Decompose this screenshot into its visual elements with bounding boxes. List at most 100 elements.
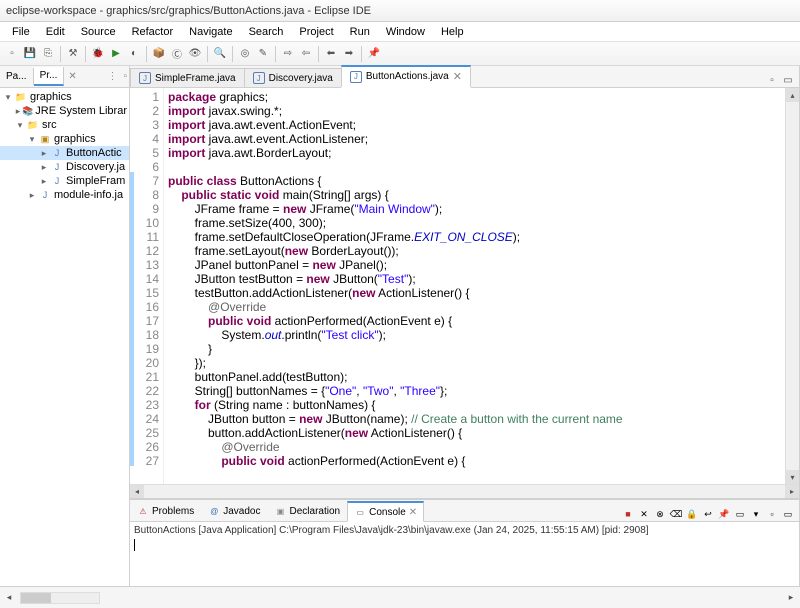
sidebar-tabs: Pa... Pr... ✕ ⋮ ▫: [0, 66, 129, 88]
annotation-icon[interactable]: ✎: [255, 46, 271, 62]
toggle-mark-icon[interactable]: ◎: [237, 46, 253, 62]
clear-console-icon[interactable]: ⌫: [669, 507, 683, 521]
expand-icon[interactable]: ▸: [38, 162, 50, 173]
word-wrap-icon[interactable]: ↩: [701, 507, 715, 521]
expand-icon[interactable]: ▾: [14, 120, 26, 131]
menu-source[interactable]: Source: [73, 24, 124, 40]
editor-tab[interactable]: J SimpleFrame.java: [130, 68, 245, 87]
new-package-icon[interactable]: 📦: [151, 46, 167, 62]
view-menu-icon[interactable]: ⋮: [105, 71, 119, 82]
scroll-lock-icon[interactable]: 🔒: [685, 507, 699, 521]
maximize-icon[interactable]: ▭: [781, 73, 795, 87]
menu-run[interactable]: Run: [342, 24, 378, 40]
editor-area: J SimpleFrame.java J Discovery.java J Bu…: [130, 66, 800, 586]
tree-item-module-info[interactable]: ▸ J module-info.ja: [0, 188, 129, 202]
editor-tab[interactable]: J Discovery.java: [244, 68, 342, 87]
scrollbar-thumb[interactable]: [21, 593, 51, 603]
vertical-scrollbar[interactable]: ▴ ▾: [785, 88, 799, 484]
bottom-panel: ⚠ Problems @ Javadoc ▣ Declaration ▭ Con…: [130, 498, 799, 586]
code-editor[interactable]: 1234567891011121314151617181920212223242…: [130, 88, 799, 484]
tree-item-project[interactable]: ▾ 📁 graphics: [0, 90, 129, 104]
debug-icon[interactable]: 🐞: [90, 46, 106, 62]
close-icon[interactable]: ✕: [453, 70, 462, 83]
maximize-icon[interactable]: ▭: [781, 507, 795, 521]
expand-icon[interactable]: ▾: [2, 92, 14, 103]
package-explorer: Pa... Pr... ✕ ⋮ ▫ ▾ 📁 graphics ▸ 📚 JRE S…: [0, 66, 130, 586]
expand-icon[interactable]: ▾: [26, 134, 38, 145]
open-type-icon[interactable]: 👁: [187, 46, 203, 62]
separator: [207, 46, 208, 62]
menu-help[interactable]: Help: [433, 24, 472, 40]
prev-annotation-icon[interactable]: ⇦: [298, 46, 314, 62]
javadoc-icon: @: [208, 505, 220, 517]
pin-console-icon[interactable]: 📌: [717, 507, 731, 521]
separator: [85, 46, 86, 62]
editor-tab[interactable]: J ButtonActions.java ✕: [341, 65, 471, 88]
menu-window[interactable]: Window: [378, 24, 433, 40]
back-icon[interactable]: ⬅: [323, 46, 339, 62]
menu-edit[interactable]: Edit: [38, 24, 73, 40]
tree-item-file[interactable]: ▸ J SimpleFram: [0, 174, 129, 188]
open-console-icon[interactable]: ▾: [749, 507, 763, 521]
tab-problems[interactable]: ⚠ Problems: [130, 501, 201, 521]
save-icon[interactable]: 💾: [22, 46, 38, 62]
minimize-icon[interactable]: ▫: [765, 73, 779, 87]
scroll-right-icon[interactable]: ▸: [784, 591, 798, 605]
separator: [232, 46, 233, 62]
minimize-icon[interactable]: ▫: [765, 507, 779, 521]
console-cursor: [134, 539, 135, 551]
source-folder-icon: 📁: [26, 119, 40, 131]
scroll-up-icon[interactable]: ▴: [786, 88, 799, 102]
remove-launch-icon[interactable]: ✕: [637, 507, 651, 521]
terminate-icon[interactable]: ■: [621, 507, 635, 521]
menu-project[interactable]: Project: [291, 24, 341, 40]
problems-icon: ⚠: [137, 505, 149, 517]
project-tree[interactable]: ▾ 📁 graphics ▸ 📚 JRE System Librar ▾ 📁 s…: [0, 88, 129, 586]
save-all-icon[interactable]: ⎘: [40, 46, 56, 62]
remove-all-icon[interactable]: ⊗: [653, 507, 667, 521]
menu-navigate[interactable]: Navigate: [181, 24, 240, 40]
scroll-right-icon[interactable]: ▸: [785, 485, 799, 499]
tree-item-file[interactable]: ▸ J Discovery.ja: [0, 160, 129, 174]
menu-file[interactable]: File: [4, 24, 38, 40]
sidebar-tab-package-explorer[interactable]: Pa...: [0, 68, 34, 85]
forward-icon[interactable]: ➡: [341, 46, 357, 62]
run-icon[interactable]: ▶: [108, 46, 124, 62]
tab-console[interactable]: ▭ Console ✕: [347, 501, 424, 522]
expand-icon[interactable]: ▸: [14, 106, 22, 117]
expand-icon[interactable]: ▸: [26, 190, 38, 201]
console-output[interactable]: ButtonActions [Java Application] C:\Prog…: [130, 522, 799, 586]
horizontal-scrollbar[interactable]: ◂ ▸: [130, 484, 799, 498]
build-icon[interactable]: ⚒: [65, 46, 81, 62]
tab-javadoc[interactable]: @ Javadoc: [201, 501, 267, 521]
coverage-icon[interactable]: ◐: [126, 46, 142, 62]
sidebar-tab-project-explorer[interactable]: Pr...: [34, 67, 65, 86]
scroll-down-icon[interactable]: ▾: [786, 470, 799, 484]
tree-item-file[interactable]: ▸ J ButtonActic: [0, 146, 129, 160]
declaration-icon: ▣: [275, 505, 287, 517]
next-annotation-icon[interactable]: ⇨: [280, 46, 296, 62]
menu-refactor[interactable]: Refactor: [124, 24, 182, 40]
display-console-icon[interactable]: ▭: [733, 507, 747, 521]
window-titlebar: eclipse-workspace - graphics/src/graphic…: [0, 0, 800, 22]
tab-declaration[interactable]: ▣ Declaration: [268, 501, 348, 521]
close-icon[interactable]: ✕: [409, 507, 417, 518]
tree-item-src[interactable]: ▾ 📁 src: [0, 118, 129, 132]
pin-icon[interactable]: 📌: [366, 46, 382, 62]
expand-icon[interactable]: ▸: [38, 148, 50, 159]
new-class-icon[interactable]: Ⓒ: [169, 46, 185, 62]
horizontal-scrollbar[interactable]: [20, 592, 100, 604]
close-icon[interactable]: ✕: [66, 71, 78, 82]
menu-search[interactable]: Search: [241, 24, 292, 40]
tree-item-package[interactable]: ▾ ▣ graphics: [0, 132, 129, 146]
tree-item-jre[interactable]: ▸ 📚 JRE System Librar: [0, 104, 129, 118]
minimize-icon[interactable]: ▫: [121, 71, 129, 82]
scroll-left-icon[interactable]: ◂: [130, 485, 144, 499]
new-icon[interactable]: ▫: [4, 46, 20, 62]
project-icon: 📁: [14, 91, 28, 103]
editor-tabs: J SimpleFrame.java J Discovery.java J Bu…: [130, 66, 799, 88]
expand-icon[interactable]: ▸: [38, 176, 50, 187]
scroll-left-icon[interactable]: ◂: [2, 591, 16, 605]
search-icon[interactable]: 🔍: [212, 46, 228, 62]
code-content[interactable]: package graphics; import javax.swing.*; …: [164, 88, 785, 484]
